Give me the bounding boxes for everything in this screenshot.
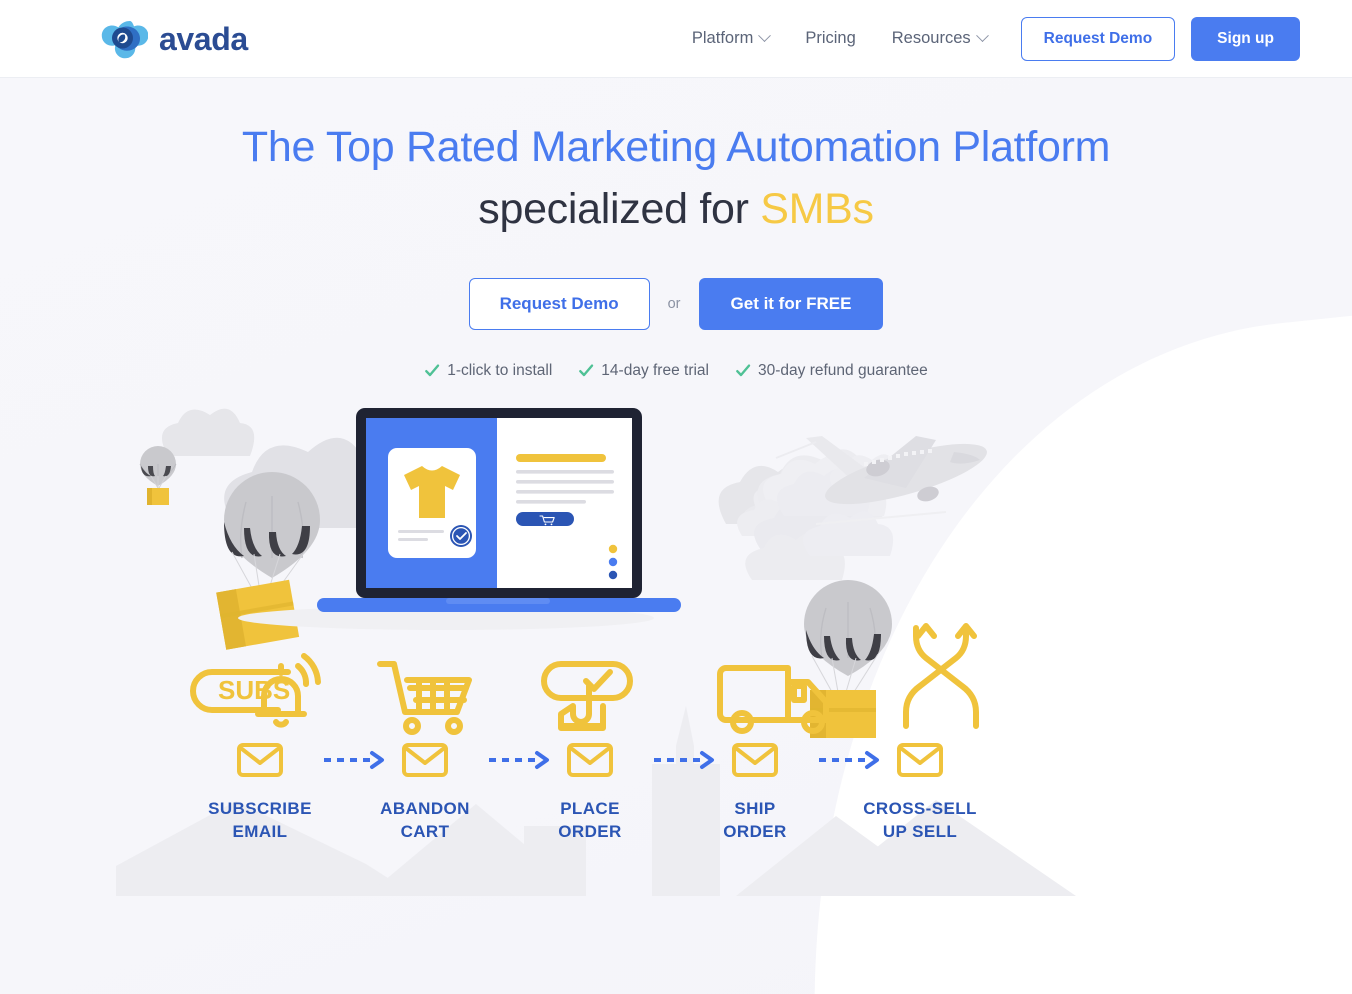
carousel-dot	[608, 557, 618, 566]
carousel-dot	[608, 544, 618, 553]
check-icon	[425, 364, 440, 376]
site-header: avada Platform Pricing Resources Request…	[0, 0, 1352, 78]
hero-request-demo-button[interactable]: Request Demo	[468, 277, 650, 330]
shopping-cart-icon	[377, 660, 472, 735]
nav-item-platform-label: Platform	[691, 29, 754, 47]
envelope-icon	[402, 742, 448, 777]
cta-separator-label: or	[667, 295, 681, 312]
nav-item-pricing-label: Pricing	[805, 29, 856, 47]
hero-illustration-wrap: SUBS SUBSCRIBE EMAIL ABANDON CART PLACE …	[0, 396, 1352, 916]
chevron-down-icon	[975, 29, 989, 43]
avada-cloud-logo-icon	[101, 20, 148, 58]
nav-item-pricing[interactable]: Pricing	[787, 29, 873, 48]
feature-item-label: 30-day refund guarantee	[758, 361, 928, 379]
check-circle-icon	[450, 524, 472, 547]
product-title-bar	[516, 453, 606, 462]
feature-item: 30-day refund guarantee	[735, 362, 928, 380]
step-label-line1: SHIP	[734, 799, 775, 818]
step-label-line2: UP SELL	[883, 822, 957, 841]
cross-arrows-icon	[903, 622, 979, 729]
workflow-step-abandon-cart: ABANDON CART	[377, 660, 472, 841]
check-icon	[736, 364, 751, 376]
envelope-icon	[732, 742, 778, 777]
workflow-step-cross-sell-up-sell: CROSS-SELL UP SELL	[863, 622, 979, 841]
dashed-arrow-right-icon	[819, 750, 879, 769]
header-signup-button[interactable]: Sign up	[1191, 16, 1300, 61]
hero-section: The Top Rated Marketing Automation Platf…	[0, 78, 1352, 380]
parachute-package-icon	[139, 445, 177, 505]
step-label-line1: ABANDON	[380, 799, 470, 818]
brand-name: avada	[159, 20, 248, 57]
carousel-dot	[608, 570, 618, 579]
page-subtitle: specialized for SMBs	[0, 182, 1352, 238]
page-subtitle-accent: SMBs	[760, 184, 874, 233]
dashed-arrow-right-icon	[324, 750, 384, 769]
step-label-line2: ORDER	[558, 822, 621, 841]
step-label-line2: CART	[401, 822, 450, 841]
nav-item-resources-label: Resources	[891, 29, 971, 47]
step-label-line1: PLACE	[560, 799, 620, 818]
feature-item-label: 1-click to install	[447, 361, 553, 379]
ecommerce-automation-workflow-illustration: SUBS SUBSCRIBE EMAIL ABANDON CART PLACE …	[116, 407, 1076, 896]
hero-feature-list: 1-click to install 14-day free trial 30-…	[0, 362, 1352, 380]
envelope-icon	[237, 742, 283, 777]
click-order-icon	[541, 660, 633, 731]
nav-item-resources[interactable]: Resources	[874, 29, 1005, 48]
check-icon	[579, 364, 594, 376]
feature-item-label: 14-day free trial	[601, 361, 709, 379]
hero-cta-row: Request Demo or Get it for FREE	[0, 277, 1352, 330]
hero-get-it-free-button[interactable]: Get it for FREE	[698, 277, 884, 330]
workflow-step-subscribe-email: SUBS SUBSCRIBE EMAIL	[190, 652, 321, 841]
feature-item: 14-day free trial	[578, 362, 709, 380]
workflow-step-place-order: PLACE ORDER	[541, 660, 633, 841]
feature-item: 1-click to install	[424, 362, 552, 380]
page-title: The Top Rated Marketing Automation Platf…	[241, 123, 1111, 171]
main-navigation: Platform Pricing Resources Request Demo …	[674, 16, 1300, 61]
envelope-icon	[567, 742, 613, 777]
page-subtitle-plain: specialized for	[478, 184, 761, 233]
step-label-line2: EMAIL	[233, 822, 288, 841]
dashed-arrow-right-icon	[489, 750, 549, 769]
step-label-line1: CROSS-SELL	[863, 799, 977, 818]
page-root: avada Platform Pricing Resources Request…	[0, 0, 1352, 994]
chevron-down-icon	[758, 29, 772, 43]
step-label-line2: ORDER	[723, 822, 786, 841]
cloud-icon	[161, 408, 255, 456]
step-label-line1: SUBSCRIBE	[208, 799, 312, 818]
envelope-icon	[897, 742, 943, 777]
nav-item-platform[interactable]: Platform	[674, 29, 787, 48]
header-request-demo-button[interactable]: Request Demo	[1020, 16, 1176, 61]
brand-logo-link[interactable]: avada	[100, 17, 248, 61]
